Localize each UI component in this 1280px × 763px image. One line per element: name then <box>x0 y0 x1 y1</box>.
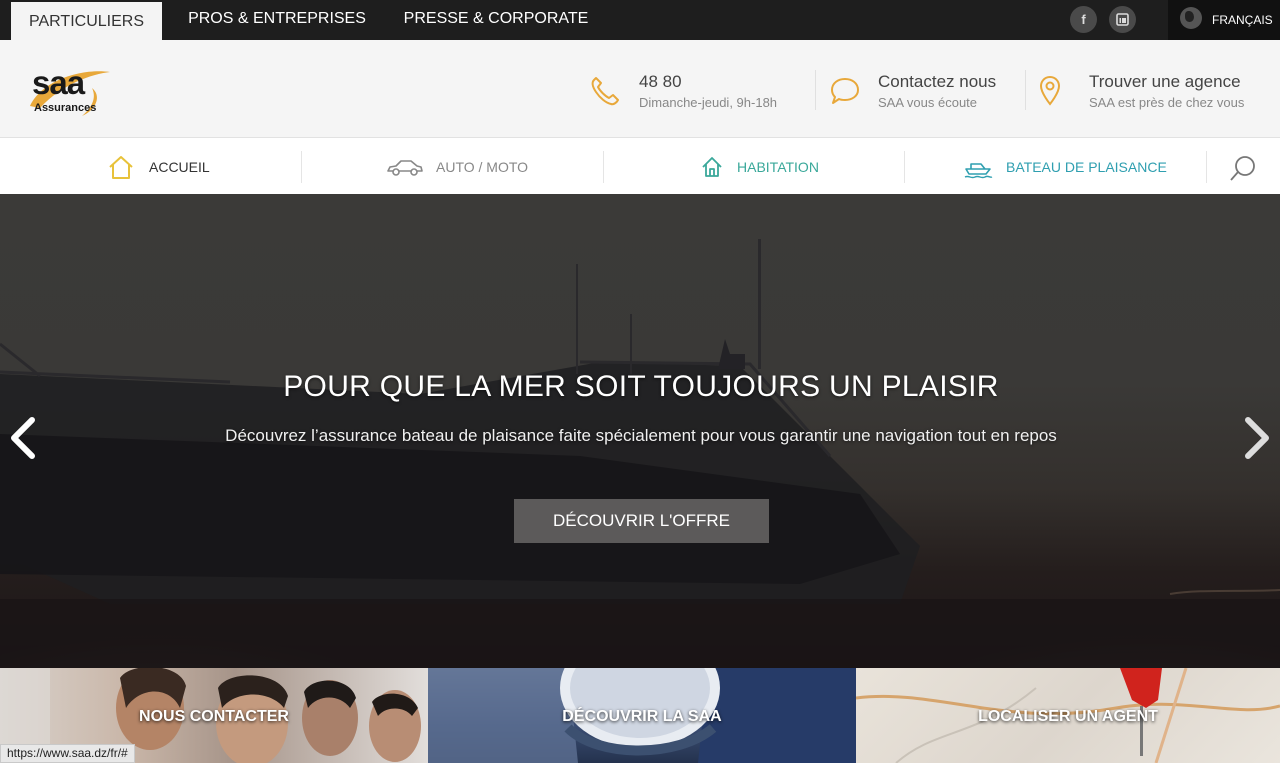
tab-particuliers[interactable]: PARTICULIERS <box>11 2 162 40</box>
divider <box>1206 151 1207 183</box>
home-icon <box>109 156 133 179</box>
divider <box>1025 70 1026 110</box>
discover-offer-button[interactable]: DÉCOUVRIR L'OFFRE <box>514 499 769 543</box>
tile-saa[interactable]: DÉCOUVRIR LA SAA <box>428 668 856 763</box>
car-icon <box>387 160 423 176</box>
agency-title: Trouver une agence <box>1089 72 1241 91</box>
top-bar: PARTICULIERS PROS & ENTREPRISES PRESSE &… <box>0 0 1280 40</box>
logo-brand: saa <box>32 64 85 101</box>
nav-label-habitation: HABITATION <box>737 159 819 175</box>
tile-agent[interactable]: LOCALISER UN AGENT <box>856 668 1280 763</box>
agency-subtitle: SAA est près de chez vous <box>1089 95 1245 110</box>
tile-label-agent: LOCALISER UN AGENT <box>978 708 1158 725</box>
chat-bubble-icon <box>831 78 859 104</box>
globe-icon <box>1180 7 1202 29</box>
phone-hours: Dimanche-jeudi, 9h-18h <box>639 95 778 110</box>
language-label: FRANÇAIS <box>1212 13 1273 27</box>
tab-pros-entreprises[interactable]: PROS & ENTREPRISES <box>185 0 369 40</box>
map-pin-icon <box>1039 75 1061 106</box>
phone-number: 48 80 <box>639 72 682 91</box>
hero-subtitle: Découvrez l’assurance bateau de plaisanc… <box>225 426 1057 445</box>
search-icon[interactable] <box>1228 154 1258 184</box>
language-selector[interactable]: FRANÇAIS <box>1168 0 1280 40</box>
browser-status-url: https://www.saa.dz/fr/# <box>0 744 135 763</box>
chevron-left-icon[interactable] <box>8 416 38 460</box>
main-nav: ACCUEIL AUTO / MOTO HABITATION BATEAU DE… <box>0 139 1280 194</box>
nav-label-auto-moto: AUTO / MOTO <box>436 159 529 175</box>
quick-links: NOUS CONTACTER DÉCOUVRIR LA SAA LOCALISE… <box>0 668 1280 763</box>
facebook-icon[interactable]: f <box>1070 6 1097 33</box>
phone-icon <box>591 77 619 106</box>
header: saa Assurances 48 80 Dimanche-jeudi, 9h-… <box>0 40 1280 138</box>
tile-label-saa: DÉCOUVRIR LA SAA <box>562 708 722 725</box>
contact-subtitle: SAA vous écoute <box>878 95 978 110</box>
tab-presse-corporate[interactable]: PRESSE & CORPORATE <box>400 0 592 40</box>
nav-item-bateau[interactable]: BATEAU DE PLAISANCE <box>905 139 1206 194</box>
nav-item-accueil[interactable]: ACCUEIL <box>0 139 301 194</box>
boat-icon <box>964 163 993 179</box>
nav-item-habitation[interactable]: HABITATION <box>604 139 904 194</box>
nav-item-auto-moto[interactable]: AUTO / MOTO <box>302 139 603 194</box>
hero-slider: POUR QUE LA MER SOIT TOUJOURS UN PLAISIR… <box>0 194 1280 668</box>
linkedin-icon[interactable] <box>1109 6 1136 33</box>
contact-title: Contactez nous <box>878 72 997 91</box>
divider <box>815 70 816 110</box>
saa-logo[interactable]: saa Assurances <box>22 64 122 120</box>
nav-label-bateau: BATEAU DE PLAISANCE <box>1006 159 1167 175</box>
house-icon <box>702 157 722 177</box>
tile-label-contact: NOUS CONTACTER <box>139 708 289 725</box>
hero-title: POUR QUE LA MER SOIT TOUJOURS UN PLAISIR <box>283 370 999 403</box>
logo-tagline: Assurances <box>34 102 97 114</box>
chevron-right-icon[interactable] <box>1242 416 1272 460</box>
nav-label-accueil: ACCUEIL <box>149 159 210 175</box>
